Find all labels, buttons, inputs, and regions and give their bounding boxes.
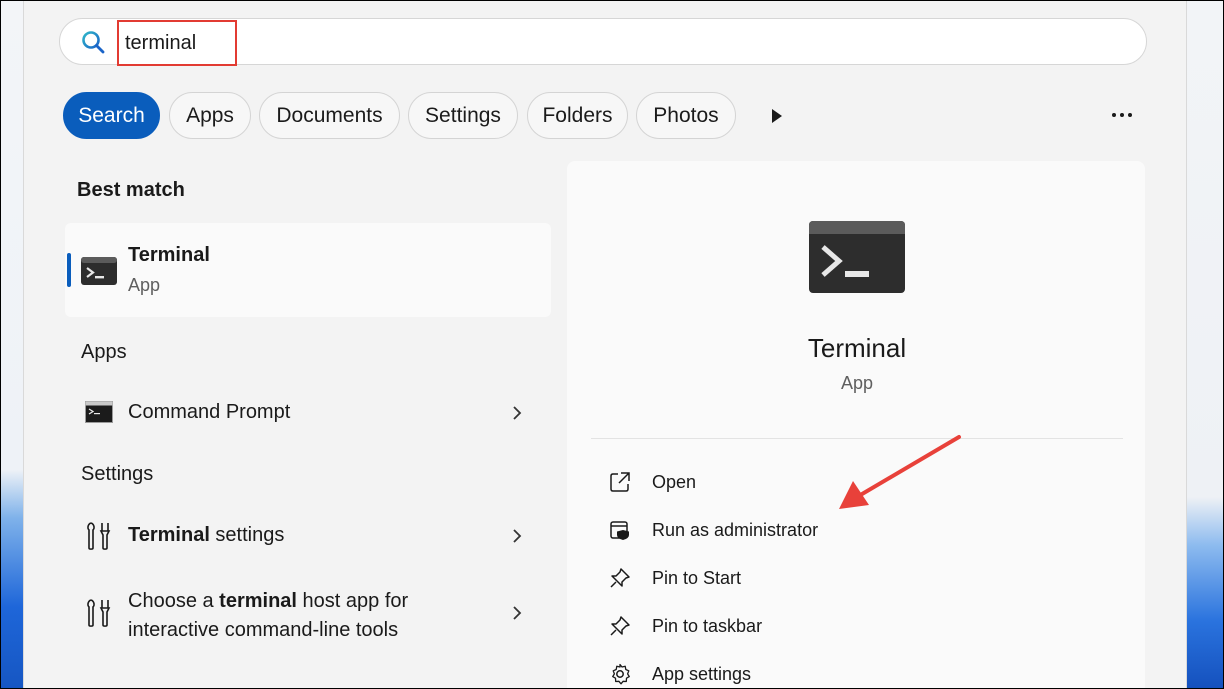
chevron-right-icon[interactable] [511, 527, 523, 545]
filter-search[interactable]: Search [63, 92, 160, 139]
desktop-wallpaper-left [1, 1, 23, 688]
terminal-settings-rest: settings [209, 524, 285, 546]
best-match-subtitle: App [128, 275, 161, 295]
best-match-result[interactable] [65, 223, 551, 317]
filter-apps[interactable]: Apps [169, 92, 251, 139]
detail-subtitle: App [840, 373, 874, 393]
best-match-title: Terminal [128, 244, 210, 266]
filter-folders[interactable]: Folders [527, 92, 628, 139]
pin-icon [610, 616, 630, 636]
chevron-right-icon[interactable] [511, 404, 523, 422]
settings-wrench-icon [87, 522, 111, 550]
terminal-app-icon-large [809, 221, 905, 293]
detail-title: Terminal [807, 333, 907, 363]
host-app-rest: host app for [296, 590, 409, 612]
command-prompt-item[interactable]: Command Prompt [128, 401, 290, 424]
filter-documents[interactable]: Documents [259, 92, 400, 139]
more-options-icon[interactable] [1109, 105, 1135, 125]
host-app-pre: Choose a [128, 590, 220, 612]
settings-wrench-icon [87, 599, 111, 627]
desktop-wallpaper-right [1183, 1, 1223, 688]
settings-heading: Settings [81, 463, 154, 485]
action-open[interactable]: Open [652, 472, 696, 493]
selection-indicator [67, 253, 71, 287]
terminal-settings-bold: Terminal [128, 524, 210, 546]
shield-admin-icon [610, 521, 629, 540]
best-match-heading: Best match [77, 179, 185, 201]
host-app-line2: interactive command-line tools [128, 619, 399, 641]
gear-icon [612, 663, 630, 685]
screenshot-frame: terminal Search Apps Documents Settings … [0, 0, 1224, 689]
filter-settings[interactable]: Settings [408, 92, 518, 139]
search-input[interactable]: terminal [117, 20, 237, 66]
apps-heading: Apps [81, 341, 127, 363]
host-app-bold: terminal [219, 590, 297, 612]
action-run-as-administrator[interactable]: Run as administrator [652, 520, 818, 541]
terminal-app-icon [81, 257, 117, 285]
terminal-settings-item[interactable]: Terminal settings [128, 524, 284, 547]
search-icon [82, 31, 105, 54]
action-pin-to-start[interactable]: Pin to Start [652, 568, 741, 589]
action-pin-to-taskbar[interactable]: Pin to taskbar [652, 616, 762, 637]
open-external-icon [610, 472, 630, 492]
terminal-host-app-item[interactable]: Choose a terminal host app for interacti… [128, 587, 408, 645]
filter-photos[interactable]: Photos [636, 92, 736, 139]
annotation-arrow-icon [839, 435, 961, 509]
command-prompt-icon [85, 401, 113, 423]
pin-icon [610, 568, 630, 588]
chevron-right-icon[interactable] [511, 604, 523, 622]
action-app-settings[interactable]: App settings [652, 664, 751, 685]
scroll-filters-play-icon[interactable] [769, 107, 785, 125]
